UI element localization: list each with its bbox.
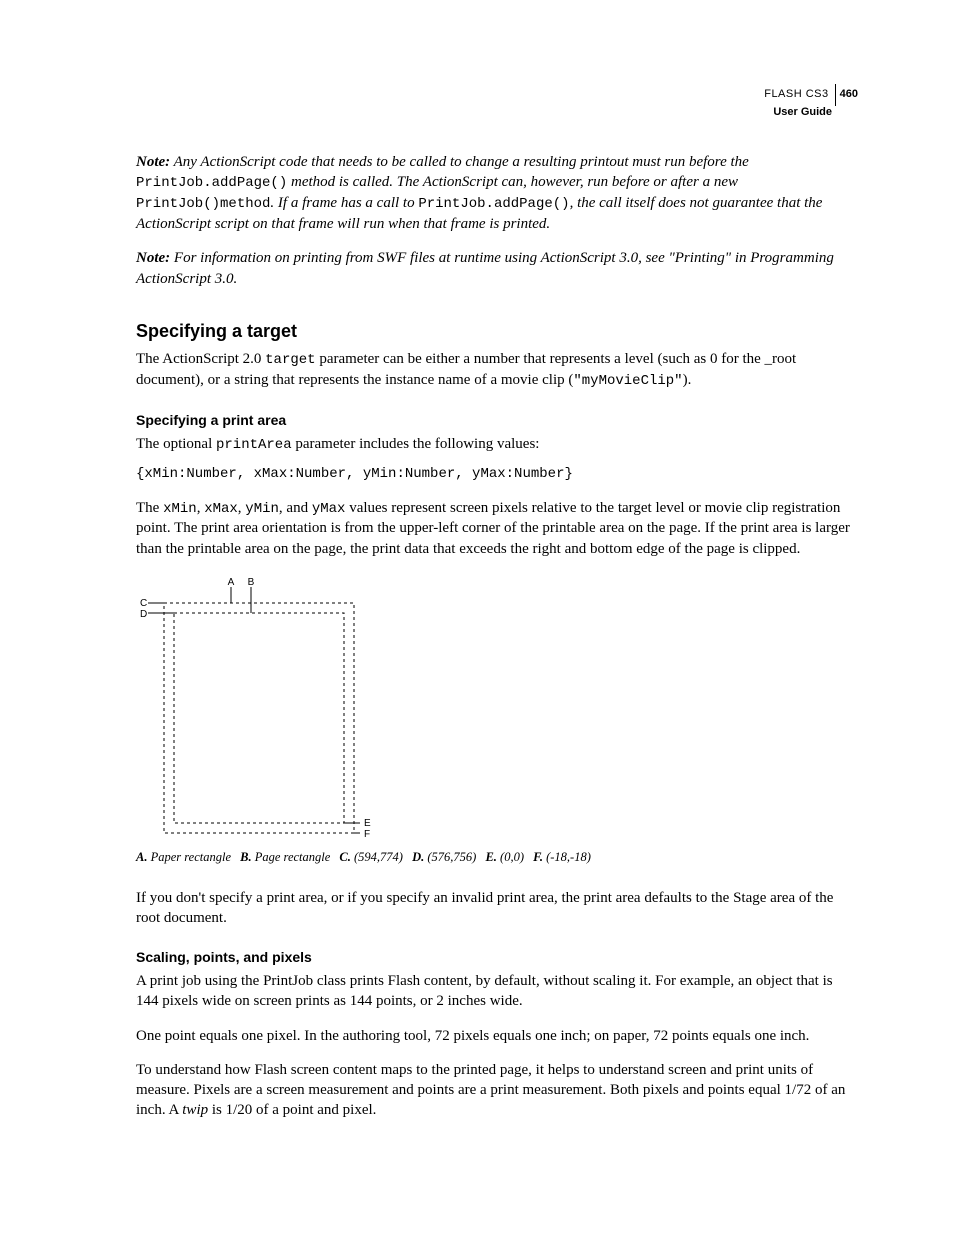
text: ). (683, 372, 692, 388)
inline-code: yMin (245, 501, 279, 517)
print-area-diagram: A B C D E F (136, 573, 858, 843)
code-block: {xMin:Number, xMax:Number, yMin:Number, … (136, 465, 858, 484)
header-divider (835, 84, 836, 106)
inline-code: PrintJob.addPage() (136, 175, 287, 191)
page: FLASH CS3 460 User Guide Note: Any Actio… (0, 0, 954, 1235)
inline-code: xMin (163, 501, 197, 517)
inline-code: "myMovieClip" (573, 373, 682, 389)
paragraph: The optional printArea parameter include… (136, 434, 858, 455)
heading-scaling-points-pixels: Scaling, points, and pixels (136, 948, 858, 967)
legend-text: (576,756) (427, 850, 476, 864)
note-text: For information on printing from SWF fil… (136, 250, 834, 286)
heading-specifying-target: Specifying a target (136, 319, 858, 343)
inline-code: PrintJob()method (136, 196, 270, 212)
diagram-label-a: A (228, 577, 235, 588)
note-text: method is called. The ActionScript can, … (287, 174, 738, 190)
legend-label: C. (339, 850, 350, 864)
paragraph: If you don't specify a print area, or if… (136, 888, 858, 929)
product-name: FLASH CS3 (764, 88, 828, 101)
legend-text: (-18,-18) (546, 850, 591, 864)
paragraph: The xMin, xMax, yMin, and yMax values re… (136, 498, 858, 559)
paragraph: A print job using the PrintJob class pri… (136, 971, 858, 1012)
diagram-label-e: E (364, 818, 371, 829)
inline-code: PrintJob.addPage() (418, 196, 569, 212)
text: parameter includes the following values: (292, 436, 540, 452)
note-text: . If a frame has a call to (270, 195, 418, 211)
inline-code: target (265, 352, 315, 368)
text: The optional (136, 436, 216, 452)
page-number: 460 (840, 88, 858, 101)
text: The ActionScript 2.0 (136, 351, 265, 367)
emphasis: twip (182, 1102, 208, 1118)
paragraph: One point equals one pixel. In the autho… (136, 1026, 858, 1046)
text: The (136, 500, 163, 516)
note-1: Note: Any ActionScript code that needs t… (136, 152, 858, 234)
diagram-label-f: F (364, 829, 370, 840)
legend-label: F. (533, 850, 543, 864)
diagram-label-b: B (248, 577, 255, 588)
page-content: Note: Any ActionScript code that needs t… (136, 152, 858, 1121)
legend-label: B. (240, 850, 251, 864)
legend-label: D. (412, 850, 424, 864)
inline-code: xMax (204, 501, 238, 517)
paragraph: To understand how Flash screen content m… (136, 1060, 858, 1121)
note-label: Note: (136, 154, 170, 170)
guide-label: User Guide (764, 106, 832, 119)
diagram-legend: A. Paper rectangle B. Page rectangle C. … (136, 849, 858, 866)
note-2: Note: For information on printing from S… (136, 248, 858, 289)
inline-code: yMax (312, 501, 346, 517)
inline-code: printArea (216, 437, 292, 453)
legend-text: Paper rectangle (151, 850, 231, 864)
note-label: Note: (136, 250, 170, 266)
legend-text: (594,774) (354, 850, 403, 864)
text: , and (279, 500, 312, 516)
diagram-label-d: D (140, 609, 147, 620)
diagram-svg: A B C D E F (136, 573, 376, 843)
diagram-label-c: C (140, 598, 147, 609)
heading-specifying-print-area: Specifying a print area (136, 411, 858, 430)
paragraph: The ActionScript 2.0 target parameter ca… (136, 349, 858, 391)
legend-label: A. (136, 850, 147, 864)
text: is 1/20 of a point and pixel. (208, 1102, 376, 1118)
note-text: Any ActionScript code that needs to be c… (170, 154, 749, 170)
page-header: FLASH CS3 460 User Guide (764, 84, 858, 119)
legend-label: E. (485, 850, 496, 864)
legend-text: (0,0) (500, 850, 524, 864)
legend-text: Page rectangle (255, 850, 331, 864)
